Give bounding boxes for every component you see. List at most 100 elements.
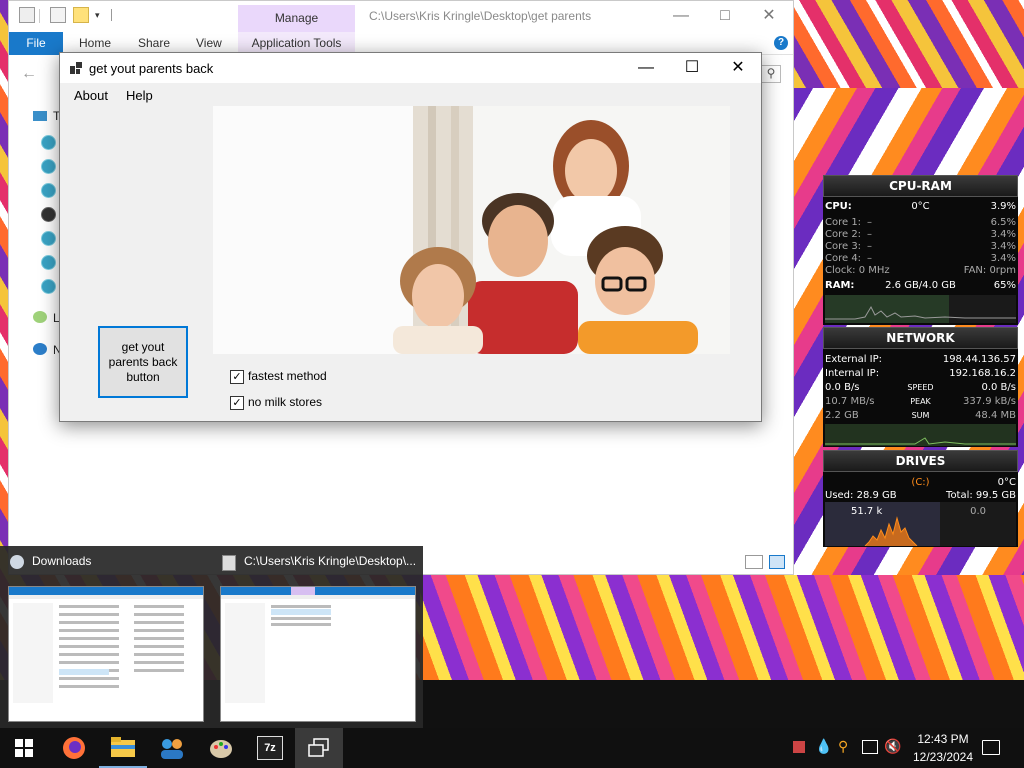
drive-usage-row: Used: 28.9 GB Total: 99.5 GB [825,490,1016,502]
thumbnail-explorer-preview [221,587,415,703]
no-milk-stores-checkbox[interactable]: ✓ [230,396,244,410]
drive-icon-3[interactable] [41,183,56,198]
file-explorer-taskbar-button[interactable] [99,728,147,768]
external-ip-value: 198.44.136.57 [942,354,1016,365]
clock-time[interactable]: 12:43 PM [913,732,973,746]
cpu-percent: 3.9% [990,201,1016,212]
cpu-clock: Clock: 0 MHz [825,265,890,276]
drive-write: 0.0 [970,506,986,517]
app-menubar [60,83,761,107]
drive-total: Total: 99.5 GB [946,490,1016,501]
fastest-method-label[interactable]: fastest method [248,369,327,383]
tray-network-icon[interactable] [862,740,878,754]
explorer-close-button[interactable]: ✕ [749,5,789,27]
drive-io-row: 51.7 k 0.0 [825,506,1016,518]
fastest-method-checkbox[interactable]: ✓ [230,370,244,384]
thumbnail-downloads[interactable] [8,586,204,722]
drive-icon-2[interactable] [41,159,56,174]
app-title: get yout parents back [89,61,214,76]
app-minimize-button[interactable]: — [623,53,669,83]
search-icon[interactable]: ⚲ [761,65,781,83]
get-parents-back-button[interactable]: get yout parents back button [98,326,188,398]
cpu-ram-gadget[interactable]: CPU-RAM CPU: 0°C 3.9% Core 1: – 6.5% Cor… [823,175,1018,325]
tray-shield-icon [793,741,805,753]
thumb-title-explorer[interactable]: C:\Users\Kris Kringle\Desktop\... [244,554,416,568]
peak-up: 337.9 kB/s [962,396,1016,407]
core-4-value: 3.4% [990,253,1016,264]
menu-help[interactable]: Help [126,88,153,103]
app-close-button[interactable]: ✕ [715,53,761,83]
back-arrow-icon[interactable]: ← [21,65,37,83]
family-photo [213,106,730,354]
drive-icon-4[interactable] [41,207,56,222]
start-button[interactable] [0,728,48,768]
thumbnail-get-parents-folder[interactable] [220,586,416,722]
cpu-row: CPU: 0°C 3.9% [825,201,1016,213]
cpu-temp: 0°C [911,201,930,212]
tab-manage[interactable]: Manage [238,5,355,32]
clock-date[interactable]: 12/23/2024 [908,750,978,764]
speed-row: 0.0 B/s SPEED 0.0 B/s [825,382,1016,394]
large-icons-view-icon[interactable] [769,555,785,569]
details-view-icon[interactable] [745,555,763,569]
core-3-dash: – [867,241,872,252]
explorer-maximize-button[interactable]: □ [705,5,745,27]
core-1-row: Core 1: – 6.5% [825,217,1016,229]
sum-row: 2.2 GB SUM 48.4 MB [825,410,1016,422]
paint-taskbar-button[interactable] [197,728,245,768]
tray-volume-muted-icon[interactable]: 🔇 [884,738,901,755]
drive-c-label: (C:) [911,477,930,488]
help-icon[interactable]: ? [774,36,788,50]
core-2-row: Core 2: – 3.4% [825,229,1016,241]
cpu-fan: FAN: 0rpm [963,265,1016,276]
network-gadget[interactable]: NETWORK External IP: 198.44.136.57 Inter… [823,327,1018,447]
qat-dropdown-icon[interactable]: ▾ [95,10,100,21]
tray-search-icon[interactable]: ⚲ [838,738,848,755]
people-app-taskbar-button[interactable] [148,728,196,768]
properties-icon[interactable] [50,7,66,23]
core-3-row: Core 3: – 3.4% [825,241,1016,253]
drive-read: 51.7 k [851,506,883,517]
firefox-taskbar-button[interactable] [50,728,98,768]
drive-c-row: (C:) 0°C [825,477,1016,489]
tab-file[interactable]: File [9,32,63,55]
core-4-row: Core 4: – 3.4% [825,253,1016,265]
drives-gadget[interactable]: DRIVES (C:) 0°C Used: 28.9 GB Total: 99.… [823,450,1018,547]
explorer-minimize-button[interactable]: — [661,5,701,27]
drive-icon-1[interactable] [41,135,56,150]
this-pc-icon[interactable] [33,111,47,121]
action-center-icon[interactable] [982,740,1000,755]
app-titlebar[interactable]: get yout parents back — ☐ ✕ [60,53,761,83]
tray-app-icon-1[interactable] [792,740,806,754]
tray-drop-icon[interactable]: 💧 [815,738,832,755]
no-milk-stores-label[interactable]: no milk stores [248,395,322,409]
tab-view[interactable]: View [196,36,222,50]
tab-home[interactable]: Home [79,36,111,50]
new-folder-icon[interactable] [73,7,89,23]
explorer-app-icon [19,7,35,23]
peak-row: 10.7 MB/s PEAK 337.9 kB/s [825,396,1016,408]
menu-about[interactable]: About [74,88,108,103]
drive-icon-6[interactable] [41,255,56,270]
explorer-titlebar[interactable]: ▾ Manage C:\Users\Kris Kringle\Desktop\g… [9,1,793,32]
ram-percent: 65% [993,280,1016,291]
drive-used: Used: 28.9 GB [825,490,897,501]
desktop-wallpaper-bottom [420,575,1024,680]
core-1-value: 6.5% [990,217,1016,228]
drive-icon-7[interactable] [41,279,56,294]
libraries-icon[interactable] [33,311,47,323]
windows-logo-icon [15,739,33,757]
paint-palette-icon [210,740,232,758]
thumb-title-downloads[interactable]: Downloads [32,554,91,568]
drive-icon-5[interactable] [41,231,56,246]
get-parents-app-window[interactable]: get yout parents back — ☐ ✕ About Help g… [59,52,762,422]
7zip-taskbar-button[interactable]: 7z [246,728,294,768]
task-view-taskbar-button[interactable] [295,728,343,768]
tab-share[interactable]: Share [138,36,170,50]
network-icon[interactable] [33,343,47,355]
internal-ip-label: Internal IP: [825,368,880,379]
clock-fan-row: Clock: 0 MHz FAN: 0rpm [825,265,1016,277]
taskbar-thumbnail-popup[interactable]: Downloads C:\Users\Kris Kringle\Desktop\… [0,546,423,728]
core-2-value: 3.4% [990,229,1016,240]
app-maximize-button[interactable]: ☐ [669,53,715,83]
